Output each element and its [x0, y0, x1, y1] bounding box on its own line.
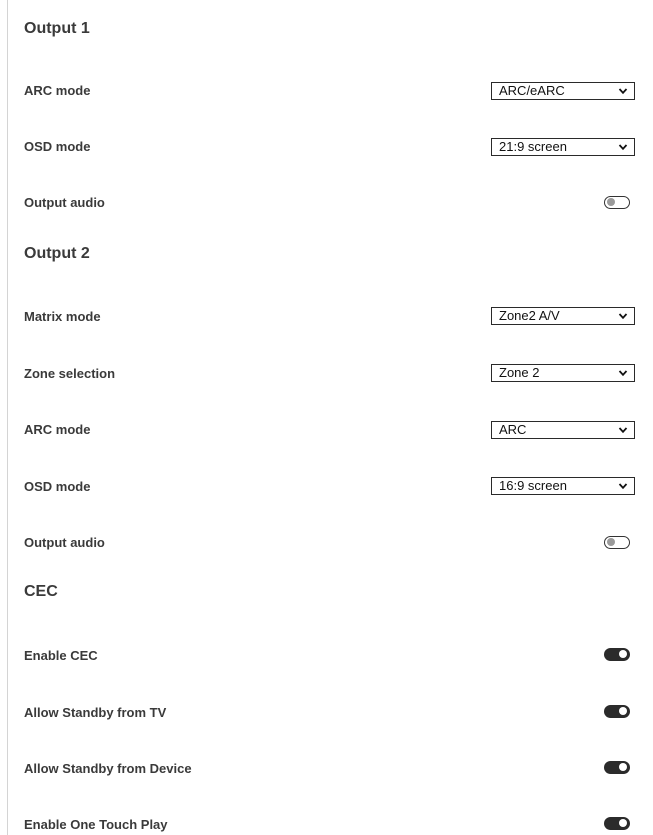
- output2-matrix-mode-select[interactable]: Zone2 A/V: [491, 307, 635, 325]
- output1-output-audio-toggle[interactable]: [604, 196, 630, 209]
- section-title-output2: Output 2: [24, 245, 90, 262]
- allow-standby-tv-label: Allow Standby from TV: [24, 705, 167, 720]
- output2-output-audio-label: Output audio: [24, 535, 105, 550]
- output1-osd-mode-value: 21:9 screen: [499, 139, 567, 154]
- output1-arc-mode-select[interactable]: ARC/eARC: [491, 82, 635, 100]
- output2-zone-selection-value: Zone 2: [499, 365, 540, 380]
- toggle-knob: [607, 538, 615, 546]
- output1-osd-mode-label: OSD mode: [24, 139, 91, 154]
- allow-standby-tv-toggle[interactable]: [604, 705, 630, 718]
- chevron-down-icon: [618, 370, 628, 377]
- chevron-down-icon: [618, 313, 628, 320]
- output2-output-audio-toggle[interactable]: [604, 536, 630, 549]
- section-title-cec: CEC: [24, 583, 58, 600]
- enable-cec-label: Enable CEC: [24, 648, 98, 663]
- output2-zone-selection-label: Zone selection: [24, 366, 116, 381]
- toggle-knob: [607, 198, 615, 206]
- allow-standby-device-label: Allow Standby from Device: [24, 761, 192, 776]
- enable-one-touch-play-toggle[interactable]: [604, 817, 630, 830]
- output2-arc-mode-value: ARC: [499, 422, 527, 437]
- chevron-down-icon: [618, 483, 628, 490]
- chevron-down-icon: [618, 144, 628, 151]
- output1-osd-mode-select[interactable]: 21:9 screen: [491, 138, 635, 156]
- output2-arc-mode-label: ARC mode: [24, 422, 91, 437]
- output2-osd-mode-label: OSD mode: [24, 479, 91, 494]
- toggle-knob: [619, 650, 627, 658]
- left-divider: [7, 0, 8, 835]
- enable-one-touch-play-label: Enable One Touch Play: [24, 817, 168, 832]
- chevron-down-icon: [618, 427, 628, 434]
- output1-output-audio-label: Output audio: [24, 195, 105, 210]
- output2-osd-mode-value: 16:9 screen: [499, 478, 567, 493]
- toggle-knob: [619, 707, 627, 715]
- chevron-down-icon: [618, 88, 628, 95]
- section-title-output1: Output 1: [24, 20, 90, 37]
- allow-standby-device-toggle[interactable]: [604, 761, 630, 774]
- output2-matrix-mode-label: Matrix mode: [24, 309, 101, 324]
- enable-cec-toggle[interactable]: [604, 648, 630, 661]
- settings-page: Output 1 ARC mode ARC/eARC OSD mode 21:9…: [0, 0, 653, 835]
- output2-arc-mode-select[interactable]: ARC: [491, 421, 635, 439]
- output1-arc-mode-value: ARC/eARC: [499, 83, 565, 98]
- toggle-knob: [619, 819, 627, 827]
- toggle-knob: [619, 763, 627, 771]
- output1-arc-mode-label: ARC mode: [24, 83, 91, 98]
- output2-matrix-mode-value: Zone2 A/V: [499, 308, 560, 323]
- output2-zone-selection-select[interactable]: Zone 2: [491, 364, 635, 382]
- output2-osd-mode-select[interactable]: 16:9 screen: [491, 477, 635, 495]
